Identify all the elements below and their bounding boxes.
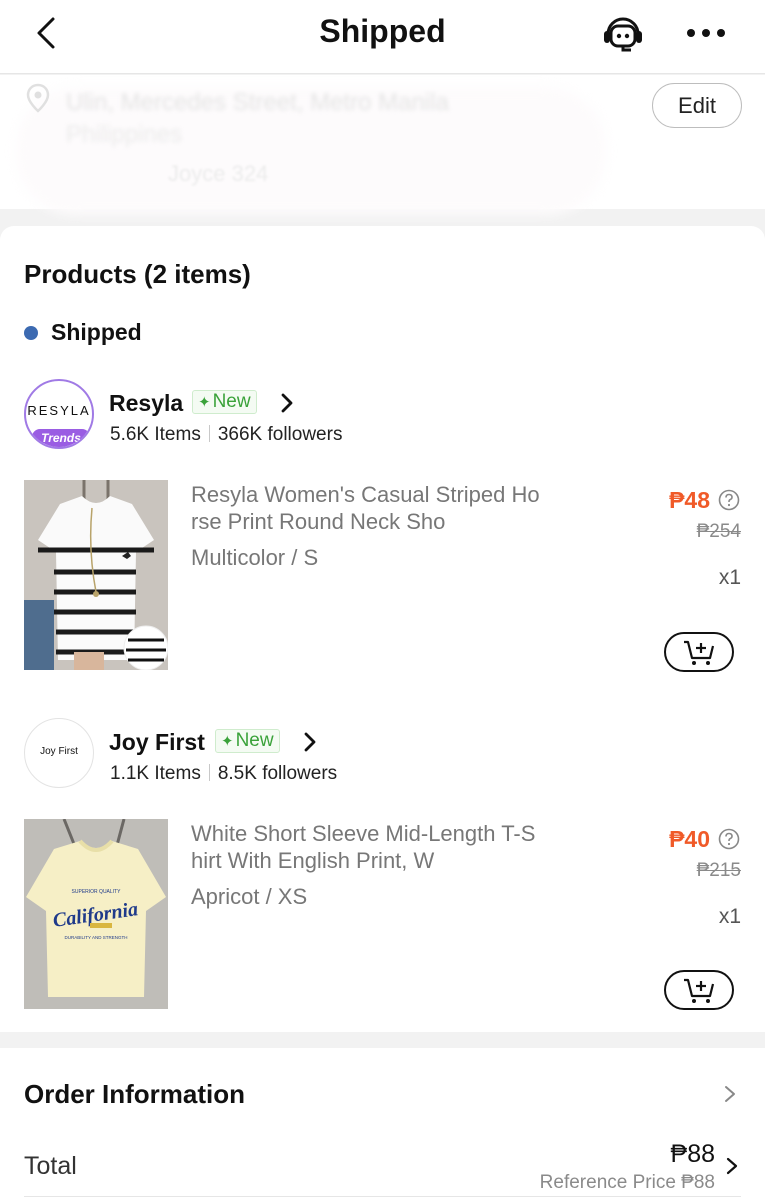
customer-service-button[interactable] bbox=[600, 12, 646, 56]
total-value: ₱88 bbox=[670, 1140, 715, 1168]
section-title: Products (2 items) bbox=[24, 259, 251, 289]
quantity: x1 bbox=[718, 905, 741, 928]
new-badge-label: New bbox=[235, 730, 274, 751]
divider bbox=[24, 1196, 741, 1197]
shipping-address-card[interactable]: Ulin, Mercedes Street, Metro Manila Phil… bbox=[0, 75, 765, 215]
store-logo-text: RESYLA bbox=[27, 403, 91, 418]
product-variant: Multicolor / S bbox=[191, 545, 319, 570]
more-horizontal-icon bbox=[687, 29, 725, 37]
product-price: ₱48 bbox=[669, 487, 710, 513]
location-pin-icon bbox=[26, 83, 50, 113]
product-price: ₱40 bbox=[669, 826, 710, 852]
sparkle-icon: ✦ bbox=[198, 394, 211, 411]
chevron-right-icon[interactable] bbox=[278, 392, 296, 414]
address-line: Philippines bbox=[66, 121, 183, 148]
original-price: ₱254 bbox=[696, 521, 741, 542]
chevron-right-icon[interactable] bbox=[724, 1156, 740, 1176]
store-logo[interactable]: Joy First bbox=[24, 718, 94, 788]
store-stats: 5.6K Items 366K followers bbox=[110, 424, 342, 446]
divider bbox=[208, 425, 210, 442]
store-followers: 8.5K followers bbox=[217, 763, 338, 784]
customer-service-robot-icon bbox=[604, 17, 642, 52]
divider bbox=[208, 764, 210, 781]
product-variant: Apricot / XS bbox=[191, 884, 308, 909]
store-name[interactable]: Resyla bbox=[109, 390, 183, 417]
product-image[interactable] bbox=[24, 480, 168, 670]
status-dot bbox=[24, 326, 38, 340]
store-logo[interactable]: RESYLA Trends bbox=[24, 379, 94, 449]
new-store-badge: ✦ New bbox=[192, 390, 257, 414]
back-button[interactable] bbox=[28, 14, 68, 54]
original-price: ₱215 bbox=[696, 860, 741, 881]
page-title: Shipped bbox=[319, 13, 446, 49]
store-items-count: 1.1K Items bbox=[110, 763, 201, 784]
chevron-right-icon[interactable] bbox=[301, 731, 319, 753]
shipment-status: Shipped bbox=[51, 319, 142, 345]
store-stats: 1.1K Items 8.5K followers bbox=[110, 763, 337, 785]
address-line: Ulin, Mercedes Street, Metro Manila bbox=[66, 89, 449, 116]
chevron-left-icon bbox=[37, 17, 55, 49]
help-circle-icon[interactable] bbox=[718, 828, 740, 850]
svg-text:SUPERIOR QUALITY: SUPERIOR QUALITY bbox=[72, 889, 122, 895]
svg-text:DURABILITY AND STRENGTH: DURABILITY AND STRENGTH bbox=[65, 935, 128, 940]
help-circle-icon[interactable] bbox=[718, 489, 740, 511]
cart-plus-icon bbox=[684, 978, 715, 1003]
products-card: Products (2 items) Shipped RESYLA Trends… bbox=[0, 226, 765, 1032]
quantity: x1 bbox=[718, 566, 741, 589]
order-information-title[interactable]: Order Information bbox=[24, 1079, 245, 1110]
product-image[interactable]: SUPERIOR QUALITY California DURABILITY A… bbox=[24, 819, 168, 1009]
store-items-count: 5.6K Items bbox=[110, 424, 201, 445]
store-name[interactable]: Joy First bbox=[109, 729, 205, 756]
product-name[interactable]: Resyla Women's Casual Striped Horse Prin… bbox=[191, 481, 541, 535]
reference-price: Reference Price ₱88 bbox=[539, 1172, 715, 1193]
add-to-cart-button[interactable] bbox=[664, 632, 734, 672]
printed-tshirt-image: SUPERIOR QUALITY California DURABILITY A… bbox=[24, 819, 168, 1009]
sparkle-icon: ✦ bbox=[221, 733, 234, 750]
chevron-right-icon[interactable] bbox=[722, 1084, 738, 1104]
edit-address-button[interactable]: Edit bbox=[652, 83, 742, 128]
recipient-name: Joyce 324 bbox=[168, 161, 269, 186]
product-name[interactable]: White Short Sleeve Mid-Length T-Shirt Wi… bbox=[191, 820, 541, 874]
new-badge-label: New bbox=[212, 391, 251, 412]
store-followers: 366K followers bbox=[217, 424, 343, 445]
total-label: Total bbox=[24, 1152, 77, 1180]
trends-tag: Trends bbox=[32, 429, 90, 447]
order-information-card: Order Information Total ₱88 Reference Pr… bbox=[0, 1048, 765, 1200]
new-store-badge: ✦ New bbox=[215, 729, 280, 753]
striped-tshirt-image bbox=[24, 480, 168, 670]
cart-plus-icon bbox=[684, 640, 715, 665]
store-logo-text: Joy First bbox=[40, 746, 78, 757]
add-to-cart-button[interactable] bbox=[664, 970, 734, 1010]
top-app-bar: Shipped bbox=[0, 0, 765, 74]
more-options-button[interactable] bbox=[684, 18, 728, 48]
